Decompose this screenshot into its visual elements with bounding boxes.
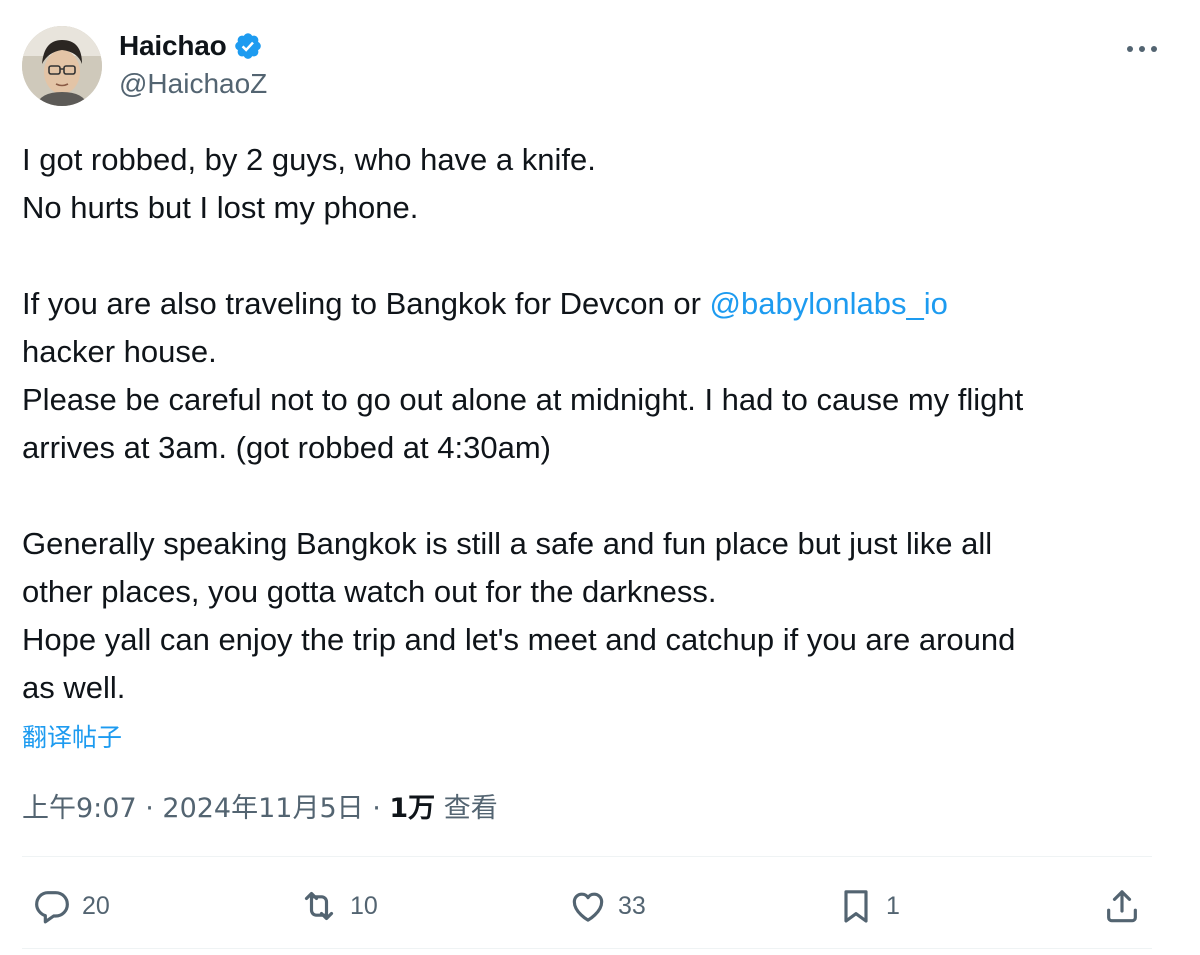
like-count: 33 xyxy=(618,891,646,920)
tweet-text: I got robbed, by 2 guys, who have a knif… xyxy=(22,136,1172,712)
meta-separator: · xyxy=(136,793,163,824)
tweet-line: No hurts but I lost my phone. xyxy=(22,190,419,225)
tweet-card: Haichao @HaichaoZ I got robbed, by 2 guy… xyxy=(0,0,1200,955)
repost-button[interactable]: 10 xyxy=(298,886,378,926)
tweet-line: I got robbed, by 2 guys, who have a knif… xyxy=(22,142,596,177)
repost-icon xyxy=(298,886,340,926)
tweet-line: Generally speaking Bangkok is still a sa… xyxy=(22,526,993,561)
like-button[interactable]: 33 xyxy=(568,886,646,926)
display-name[interactable]: Haichao xyxy=(119,30,227,62)
reply-count: 20 xyxy=(82,891,110,920)
translate-post-link[interactable]: 翻译帖子 xyxy=(22,718,122,754)
share-button[interactable] xyxy=(1102,886,1142,926)
tweet-line: If you are also traveling to Bangkok for… xyxy=(22,280,1172,328)
tweet-header: Haichao @HaichaoZ xyxy=(22,26,1162,108)
repost-count: 10 xyxy=(350,891,378,920)
divider xyxy=(22,948,1152,949)
meta-separator: · xyxy=(363,793,390,824)
more-horizontal-icon[interactable] xyxy=(1122,34,1162,64)
handle[interactable]: @HaichaoZ xyxy=(119,68,267,100)
mention-link[interactable]: @babylonlabs_io xyxy=(710,286,948,321)
action-bar: 20 10 33 1 xyxy=(22,872,1152,936)
tweet-line: Please be careful not to go out alone at… xyxy=(22,382,1024,417)
tweet-metadata: 上午9:07 · 2024年11月5日 · 1万 查看 xyxy=(22,786,498,825)
verified-badge-icon[interactable] xyxy=(233,31,263,61)
tweet-line: Hope yall can enjoy the trip and let's m… xyxy=(22,622,1016,657)
display-name-row: Haichao xyxy=(119,28,267,64)
tweet-line-text: If you are also traveling to Bangkok for… xyxy=(22,286,710,321)
tweet-line: as well. xyxy=(22,670,126,705)
share-icon xyxy=(1102,886,1142,926)
bookmark-count: 1 xyxy=(886,891,900,920)
views-count[interactable]: 1万 xyxy=(389,793,435,824)
divider xyxy=(22,856,1152,857)
reply-icon xyxy=(32,886,72,926)
reply-button[interactable]: 20 xyxy=(32,886,110,926)
tweet-line: arrives at 3am. (got robbed at 4:30am) xyxy=(22,430,551,465)
heart-icon xyxy=(568,886,608,926)
tweet-line: hacker house. xyxy=(22,334,217,369)
author-names: Haichao @HaichaoZ xyxy=(119,28,267,100)
views-label: 查看 xyxy=(435,793,498,824)
tweet-time[interactable]: 上午9:07 xyxy=(22,793,137,824)
tweet-date[interactable]: 2024年11月5日 xyxy=(162,793,363,824)
bookmark-button[interactable]: 1 xyxy=(836,886,900,926)
tweet-line: other places, you gotta watch out for th… xyxy=(22,574,717,609)
avatar[interactable] xyxy=(22,26,102,106)
bookmark-icon xyxy=(836,886,876,926)
